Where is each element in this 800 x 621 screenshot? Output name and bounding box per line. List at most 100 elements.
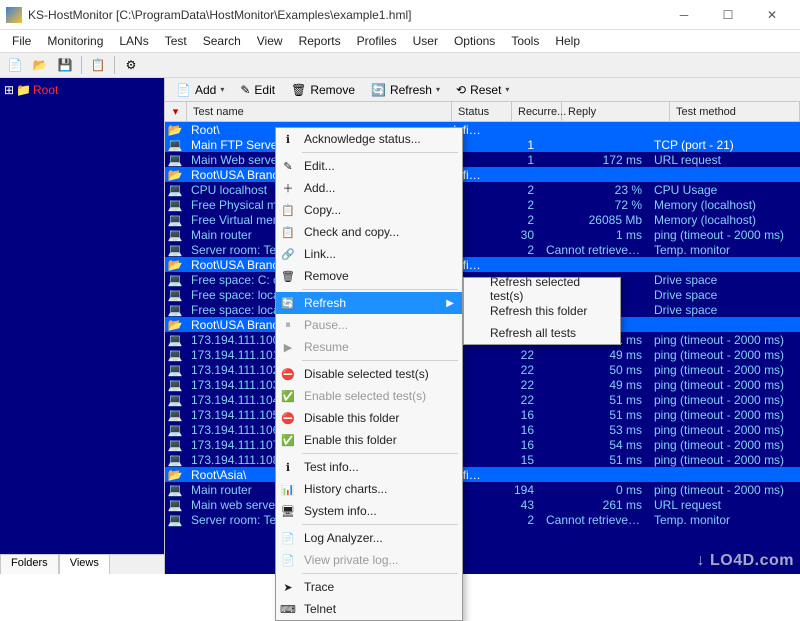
cell-recur: 194 [490,483,540,497]
tab-folders[interactable]: Folders [0,554,59,574]
new-file-icon[interactable]: 📄 [4,54,26,76]
menu-monitoring[interactable]: Monitoring [39,32,111,50]
test-row[interactable]: 💻173.194.111.1042251 msping (timeout - 2… [165,392,800,407]
menu-item-edit[interactable]: ✎Edit... [276,155,462,177]
menu-separator [302,360,458,361]
folder-icon: 📂 [165,258,185,272]
folder-row[interactable]: 📂Root\USA Brancundefined [165,257,800,272]
refresh-submenu[interactable]: Refresh selected test(s)Refresh this fol… [463,277,621,345]
context-menu[interactable]: ℹAcknowledge status... ✎Edit...＋Add...📋Co… [275,127,463,621]
test-row[interactable]: 💻Main router1940 msping (timeout - 2000 … [165,482,800,497]
copy-icon: 📋 [280,202,296,218]
menu-item-disable-selected-test-s[interactable]: ⛔Disable selected test(s) [276,363,462,385]
col-method[interactable]: Test method [670,102,800,121]
col-reply[interactable]: Reply [562,102,670,121]
copy-icon[interactable]: 📋 [87,54,109,76]
folder-tree[interactable]: ⊞ 📁 Root [0,78,164,554]
col-recurrence[interactable]: Recurre... [512,102,562,121]
test-row[interactable]: 💻173.194.111.1051651 msping (timeout - 2… [165,407,800,422]
menu-item-refresh[interactable]: 🔄Refresh▶ [276,292,462,314]
folder-row[interactable]: 📂Root\USA Brancundefined [165,167,800,182]
menu-test[interactable]: Test [157,32,195,50]
menu-label: Enable this folder [304,433,454,447]
menu-item-system-info[interactable]: 🖥System info... [276,500,462,522]
cell-recur: 16 [490,438,540,452]
menu-help[interactable]: Help [547,32,588,50]
test-row[interactable]: 💻173.194.111.1081551 msping (timeout - 2… [165,452,800,467]
cell-recur: 43 [490,498,540,512]
tree-root-item[interactable]: ⊞ 📁 Root [4,82,160,98]
cell-reply: 49 ms [540,348,648,362]
test-row[interactable]: 💻Server room: Tem2Cannot retrieve data f… [165,242,800,257]
edit-button[interactable]: ✎ Edit [233,80,282,100]
refresh-button[interactable]: 🔄 Refresh ▾ [364,80,447,100]
cell-method: ping (timeout - 2000 ms) [648,228,800,242]
test-row[interactable]: 💻Free Virtual mem226085 MbMemory (localh… [165,212,800,227]
test-row[interactable]: 💻173.194.111.1071654 msping (timeout - 2… [165,437,800,452]
menu-user[interactable]: User [405,32,446,50]
menu-item-copy[interactable]: 📋Copy... [276,199,462,221]
menu-search[interactable]: Search [195,32,249,50]
menu-item-enable-this-folder[interactable]: ✅ Enable this folder [276,429,462,451]
open-file-icon[interactable]: 📂 [29,54,51,76]
submenu-item-refresh-selected-test-s[interactable]: Refresh selected test(s) [464,278,620,300]
menu-item-link[interactable]: 🔗Link... [276,243,462,265]
menu-tools[interactable]: Tools [503,32,547,50]
remove-button[interactable]: 🗑 Remove [284,80,362,100]
cell-recur: 2 [490,183,540,197]
menu-label: Log Analyzer... [304,531,454,545]
cell-reply: 26085 Mb [540,213,648,227]
tab-views[interactable]: Views [59,554,110,574]
test-row[interactable]: 💻173.194.111.1032249 msping (timeout - 2… [165,377,800,392]
test-row[interactable]: 💻Main web server43261 msURL request [165,497,800,512]
minimize-button[interactable]: ─ [662,1,706,29]
test-row[interactable]: 💻Main FTP Server1TCP (port - 21) [165,137,800,152]
test-row[interactable]: 💻173.194.111.1022250 msping (timeout - 2… [165,362,800,377]
menu-item-acknowledge-status[interactable]: ℹAcknowledge status... [276,128,462,150]
test-row[interactable]: 💻173.194.111.1061653 msping (timeout - 2… [165,422,800,437]
menu-options[interactable]: Options [446,32,503,50]
tree-label: Root [33,83,58,97]
menu-item-check-and-copy[interactable]: 📋Check and copy... [276,221,462,243]
menu-separator [302,524,458,525]
test-row[interactable]: 💻Free Physical mem272 %Memory (localhost… [165,197,800,212]
menu-view[interactable]: View [249,32,291,50]
enable-folder-icon: ✅ [280,432,296,448]
test-row[interactable]: 💻CPU localhost223 %CPU Usage [165,182,800,197]
menu-label: Refresh [304,296,438,310]
submenu-item-refresh-all-tests[interactable]: Refresh all tests [464,322,620,344]
close-button[interactable]: ✕ [750,1,794,29]
toolbar-separator [81,56,82,74]
menu-item-disable-this-folder[interactable]: ⛔Disable this folder [276,407,462,429]
test-row[interactable]: 💻Server room: Tem2Cannot retrieve data f… [165,512,800,527]
menu-item-telnet[interactable]: ⌨Telnet [276,598,462,620]
host-icon: 💻 [165,408,185,422]
flag-column-icon[interactable]: ▾ [165,102,187,121]
host-icon: 💻 [165,498,185,512]
reset-icon: ⟲ [456,83,466,97]
menu-profiles[interactable]: Profiles [349,32,405,50]
folder-row[interactable]: 📂Root\undefined [165,122,800,137]
menu-item-add[interactable]: ＋Add... [276,177,462,199]
folder-row[interactable]: 📂Root\Asia\undefined [165,467,800,482]
menu-item-trace[interactable]: ➤Trace [276,576,462,598]
menu-file[interactable]: File [4,32,39,50]
test-row[interactable]: 💻Main Web server1172 msURL request [165,152,800,167]
properties-icon[interactable]: ⚙ [120,54,142,76]
menu-lans[interactable]: LANs [111,32,156,50]
submenu-item-refresh-this-folder[interactable]: Refresh this folder [464,300,620,322]
menu-item-test-info[interactable]: ℹTest info... [276,456,462,478]
maximize-button[interactable]: ☐ [706,1,750,29]
expand-icon[interactable]: ⊞ [4,83,14,97]
test-row[interactable]: 💻Main router301 msping (timeout - 2000 m… [165,227,800,242]
menu-item-log-analyzer[interactable]: 📄Log Analyzer... [276,527,462,549]
add-button[interactable]: 📄 Add ▾ [169,80,231,100]
test-row[interactable]: 💻173.194.111.1012249 msping (timeout - 2… [165,347,800,362]
save-icon[interactable]: 💾 [54,54,76,76]
menu-item-remove[interactable]: 🗑Remove [276,265,462,287]
col-test-name[interactable]: Test name [187,102,452,121]
menu-reports[interactable]: Reports [291,32,349,50]
menu-item-history-charts[interactable]: 📊History charts... [276,478,462,500]
reset-button[interactable]: ⟲ Reset ▾ [449,80,516,100]
col-status[interactable]: Status [452,102,512,121]
